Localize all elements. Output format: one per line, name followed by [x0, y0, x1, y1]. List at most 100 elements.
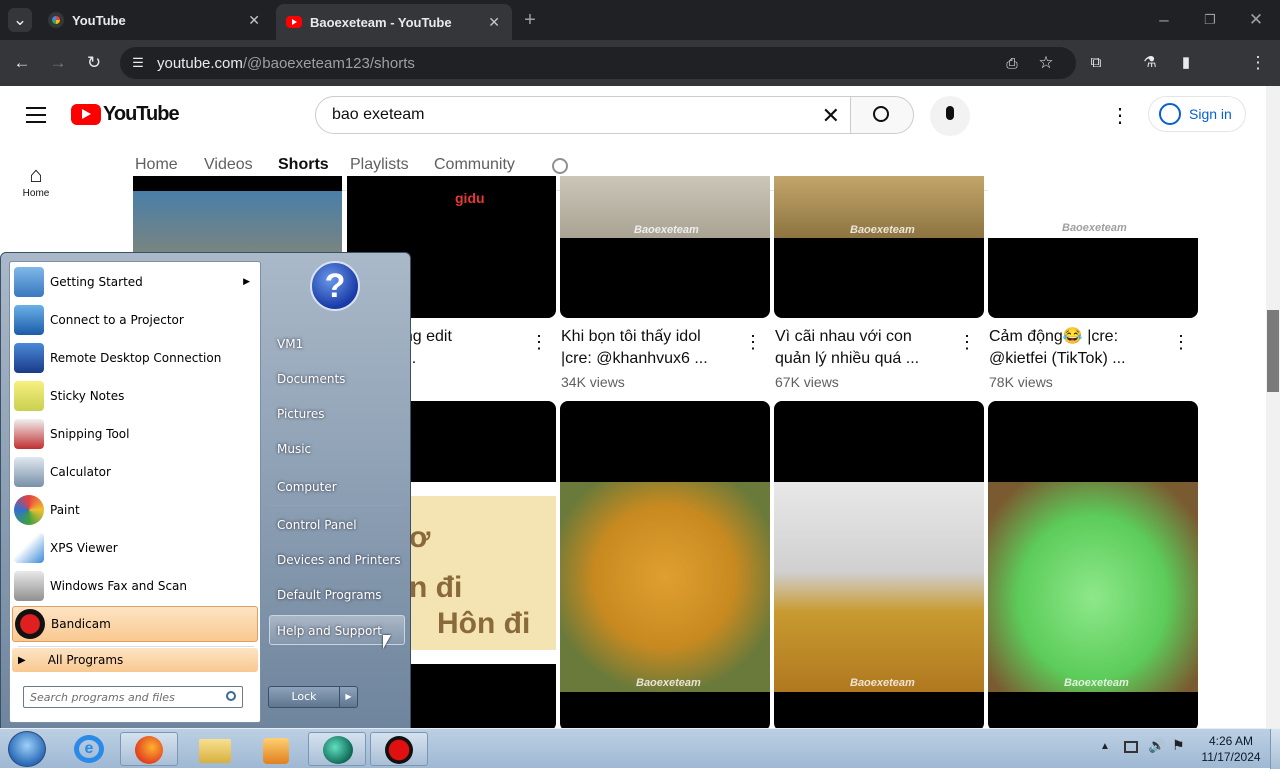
search-button[interactable]: [850, 96, 914, 134]
tab-youtube[interactable]: YouTube ✕: [36, 0, 272, 40]
back-icon[interactable]: ←: [10, 51, 34, 75]
taskbar-media-player[interactable]: [246, 732, 304, 766]
short-more-icon[interactable]: ⋮: [958, 332, 976, 353]
program-getting-started[interactable]: Getting Started ▶: [12, 264, 258, 300]
bandicam-record-icon: [385, 736, 413, 764]
restore-icon[interactable]: ❐: [1198, 8, 1222, 32]
short-thumbnail[interactable]: Baoexeteam: [988, 401, 1198, 728]
labs-icon[interactable]: ⚗: [1138, 51, 1162, 75]
clock[interactable]: 4:26 AM 11/17/2024: [1196, 733, 1266, 765]
taskbar-app[interactable]: [308, 732, 366, 766]
side-panel-icon[interactable]: ▮: [1174, 51, 1198, 75]
window-close-icon[interactable]: ✕: [1244, 8, 1268, 32]
short-more-icon[interactable]: ⋮: [530, 332, 548, 353]
submenu-arrow-icon: ▶: [243, 277, 250, 287]
programs-divider: [18, 646, 254, 647]
program-xps-viewer[interactable]: XPS Viewer: [12, 530, 258, 566]
program-bandicam[interactable]: Bandicam: [12, 606, 258, 642]
short-thumbnail[interactable]: Baoexeteam: [988, 176, 1198, 318]
sign-in-button[interactable]: Sign in: [1148, 96, 1246, 132]
short-thumbnail[interactable]: Baoexeteam: [560, 401, 770, 728]
all-programs-arrow-icon: ▶: [18, 654, 26, 666]
tab-videos[interactable]: Videos: [204, 156, 253, 174]
short-info[interactable]: Cảm động😂 |cre: @kietfei (TikTok) ... 78…: [989, 326, 1169, 390]
start-orb-icon[interactable]: [8, 731, 46, 767]
install-app-icon[interactable]: ⎙: [1000, 51, 1024, 75]
close-tab-icon[interactable]: ✕: [248, 12, 260, 29]
start-menu: Getting Started ▶ Connect to a Projector …: [0, 252, 411, 729]
program-calculator[interactable]: Calculator: [12, 454, 258, 490]
start-search-input[interactable]: Search programs and files: [23, 686, 243, 708]
program-fax-scan[interactable]: Windows Fax and Scan: [12, 568, 258, 604]
program-sticky-notes[interactable]: Sticky Notes: [12, 378, 258, 414]
taskbar-firefox[interactable]: [120, 732, 178, 766]
voice-search-button[interactable]: [930, 96, 970, 136]
forward-icon[interactable]: →: [46, 51, 70, 75]
short-info[interactable]: Khi bọn tôi thấy idol |cre: @khanhvux6 .…: [561, 326, 741, 390]
search-input[interactable]: bao exeteam ✕: [315, 96, 851, 134]
start-link-pictures[interactable]: Pictures: [277, 407, 325, 421]
start-link-devices-printers[interactable]: Devices and Printers: [277, 553, 401, 567]
tab-home[interactable]: Home: [135, 156, 178, 174]
projector-icon: [14, 305, 44, 335]
chrome-menu-icon[interactable]: ⋮: [1246, 51, 1270, 75]
reload-icon[interactable]: ↻: [82, 51, 106, 75]
extensions-icon[interactable]: ⧉: [1084, 51, 1108, 75]
channel-search-icon[interactable]: [552, 158, 568, 174]
tab-label: Baoexeteam - YouTube: [310, 14, 452, 30]
firefox-icon: [135, 736, 163, 764]
all-programs-button[interactable]: ▶ All Programs: [12, 648, 258, 672]
page-scrollbar[interactable]: [1266, 86, 1280, 728]
shutdown-options-arrow[interactable]: ▶: [339, 686, 358, 708]
short-more-icon[interactable]: ⋮: [744, 332, 762, 353]
network-icon[interactable]: [1124, 741, 1138, 753]
settings-more-icon[interactable]: ⋮: [1110, 103, 1130, 128]
action-center-flag-icon[interactable]: ⚑: [1172, 737, 1185, 754]
volume-icon[interactable]: 🔊: [1148, 737, 1165, 754]
internet-explorer-icon[interactable]: e: [74, 735, 104, 763]
thumbnail-watermark: Baoexeteam: [1062, 222, 1127, 234]
sidebar-item-home[interactable]: ⌂ Home: [8, 162, 64, 208]
bookmark-star-icon[interactable]: ☆: [1034, 51, 1058, 75]
tab-baoexeteam[interactable]: Baoexeteam - YouTube ✕: [276, 4, 512, 40]
start-link-computer[interactable]: Computer: [277, 480, 337, 494]
start-link-documents[interactable]: Documents: [277, 372, 345, 386]
url-host: youtube.com: [157, 54, 243, 72]
address-bar[interactable]: ☰ youtube.com/@baoexeteam123/shorts ⎙ ☆: [120, 47, 1076, 79]
short-thumbnail[interactable]: Baoexeteam: [560, 176, 770, 318]
app-icon: [323, 736, 353, 764]
taskbar-explorer[interactable]: [184, 732, 242, 766]
program-snipping-tool[interactable]: Snipping Tool: [12, 416, 258, 452]
program-connect-projector[interactable]: Connect to a Projector: [12, 302, 258, 338]
tab-search-dropdown-icon[interactable]: ⌄: [8, 8, 32, 32]
taskbar-bandicam[interactable]: [370, 732, 428, 766]
program-paint[interactable]: Paint: [12, 492, 258, 528]
show-hidden-icons[interactable]: ▲: [1100, 741, 1110, 752]
start-link-music[interactable]: Music: [277, 442, 311, 456]
new-tab-icon[interactable]: +: [518, 8, 542, 32]
search-icon: [873, 106, 889, 122]
short-more-icon[interactable]: ⋮: [1172, 332, 1190, 353]
hamburger-menu-icon[interactable]: [26, 107, 46, 123]
short-title: quản lý nhiều quá ...: [775, 350, 920, 367]
clear-search-icon[interactable]: ✕: [822, 103, 840, 129]
site-info-icon[interactable]: ☰: [126, 51, 150, 75]
start-link-default-programs[interactable]: Default Programs: [277, 588, 382, 602]
program-remote-desktop[interactable]: Remote Desktop Connection: [12, 340, 258, 376]
tab-shorts[interactable]: Shorts: [278, 156, 329, 174]
scrollbar-thumb[interactable]: [1267, 310, 1279, 392]
start-link-control-panel[interactable]: Control Panel: [277, 518, 357, 532]
start-link-vm1[interactable]: VM1: [277, 337, 303, 351]
youtube-logo[interactable]: YouTube: [71, 103, 180, 126]
close-tab-icon[interactable]: ✕: [488, 14, 500, 31]
lock-button[interactable]: Lock: [268, 686, 340, 708]
microphone-icon: [946, 106, 954, 120]
minimize-icon[interactable]: –: [1152, 8, 1176, 32]
thumbnail-text: n đi: [409, 571, 463, 604]
short-thumbnail[interactable]: Baoexeteam: [774, 401, 984, 728]
short-thumbnail[interactable]: Baoexeteam: [774, 176, 984, 318]
tab-community[interactable]: Community: [434, 156, 515, 174]
tab-playlists[interactable]: Playlists: [350, 156, 409, 174]
show-desktop-button[interactable]: [1270, 729, 1280, 769]
short-info[interactable]: Vì cãi nhau với con quản lý nhiều quá ..…: [775, 326, 955, 390]
